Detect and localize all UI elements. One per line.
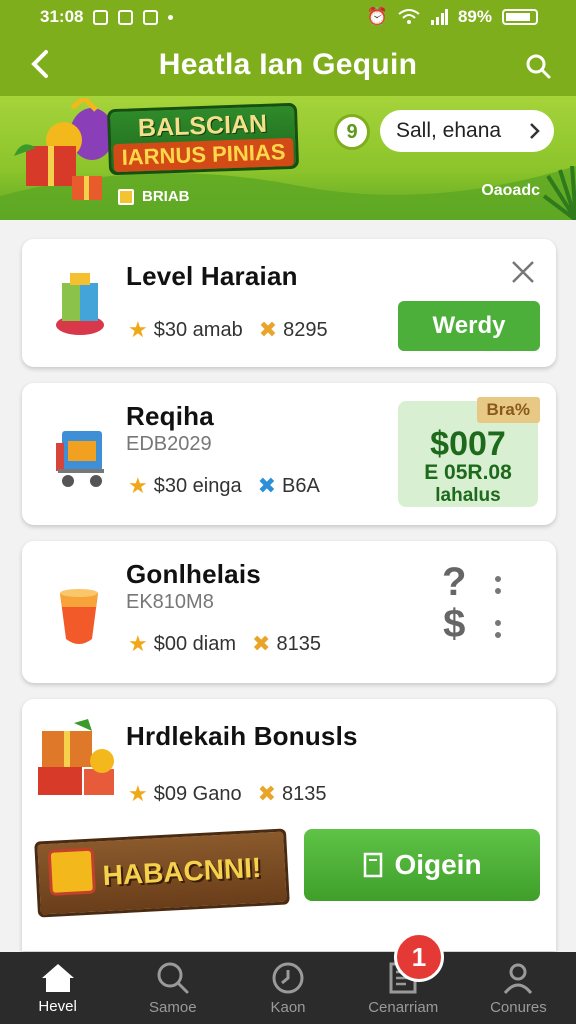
back-button[interactable]	[22, 46, 58, 82]
search-button[interactable]	[518, 46, 558, 86]
plaque-gift-icon	[47, 847, 96, 896]
signal-icon	[430, 9, 448, 25]
discount-badge: Bra%	[476, 397, 540, 423]
card-stats: ★ $30 einga ✖ B6A	[128, 473, 320, 499]
star-icon: ★	[128, 317, 148, 342]
battery-icon	[502, 9, 538, 25]
stat-bones: 8135	[282, 782, 327, 805]
app-icon	[143, 9, 159, 25]
notification-icon	[93, 9, 109, 25]
offer-card-2[interactable]: Reqiha EDB2029 ★ $30 einga ✖ B6A Bra% $0…	[22, 383, 556, 525]
card-stats: ★ $30 amab ✖ 8295	[128, 317, 328, 343]
star-icon: ★	[128, 781, 148, 806]
price-amount: $007	[430, 425, 506, 463]
bonus-gifts-icon	[38, 719, 114, 795]
nav-item-kaon[interactable]: Kaon	[230, 952, 345, 1024]
bone-icon: ✖	[258, 317, 278, 342]
banner-sub: BRIAB	[118, 188, 190, 205]
status-bar: 31:08 ⏰ 89%	[0, 0, 576, 34]
stat-bones: 8135	[276, 632, 321, 655]
bone-icon: ✖	[252, 631, 271, 656]
promo-banner[interactable]: BALSCIAN IARNUS PINIAS BRIAB 9 Sall, eha…	[0, 96, 576, 220]
nav-label: Samoe	[149, 998, 197, 1016]
price-line3: lahalus	[435, 485, 501, 506]
app-header: Heatla Ian Gequin	[0, 34, 576, 96]
card-action-button[interactable]: Werdy	[398, 301, 540, 351]
banner-pill-button[interactable]: Sall, ehana	[380, 110, 554, 152]
pill-text: Sall, ehana	[396, 119, 502, 142]
price-box[interactable]: Bra% $007 E 05R.08 lahalus	[398, 397, 540, 507]
nav-label: Conures	[490, 998, 547, 1016]
check-icon	[118, 188, 134, 205]
offer-card-1[interactable]: Level Haraian ★ $30 amab ✖ 8295 Werdy	[22, 239, 556, 367]
offer-card-3[interactable]: Gonlhelais EK810M8 ★ $00 diam ✖ 8135 ? $	[22, 541, 556, 683]
chevron-right-icon	[530, 123, 540, 139]
bonus-action-button[interactable]: Oigein	[304, 829, 540, 901]
sign-bottom-text: IARNUS PINIAS	[113, 137, 294, 173]
banner-sub-label: BRIAB	[142, 188, 190, 205]
pin-badge[interactable]: 9	[334, 114, 370, 150]
price-line2: E 05R.08	[424, 461, 512, 484]
card-title: Hrdlekaih Bonusls	[126, 721, 358, 751]
document-icon	[364, 852, 383, 878]
nav-label: Cenarriam	[368, 998, 439, 1016]
bonus-card[interactable]: Hrdlekaih Bonusls ★ $09 Gano ✖ 8135 HABA…	[22, 699, 556, 951]
stat-coins: $30 einga	[153, 474, 242, 497]
stat-bones: 8295	[283, 318, 328, 341]
stat-coins: $09 Gano	[153, 782, 242, 805]
profile-icon	[504, 963, 533, 994]
banner-right-label: Oaoadc	[481, 182, 540, 199]
stat-coins: $00 diam	[153, 632, 237, 655]
clock-icon	[272, 962, 304, 993]
card-subtitle: EDB2029	[126, 433, 212, 455]
toy-block-icon	[56, 273, 104, 335]
card-title: Reqiha	[126, 401, 214, 431]
star-icon: ★	[128, 631, 148, 656]
bonus-action-label: Oigein	[394, 849, 482, 880]
close-icon[interactable]	[508, 257, 538, 287]
search-icon	[526, 54, 551, 79]
card-stats: ★ $00 diam ✖ 8135	[128, 631, 321, 657]
card-subtitle: EK810M8	[126, 591, 214, 613]
unknown-price-icon: ? $	[442, 560, 467, 646]
nav-item-conures[interactable]: Conures	[461, 952, 576, 1024]
leaf-icon	[542, 166, 576, 220]
search-icon	[157, 962, 189, 993]
wifi-icon	[398, 9, 420, 24]
plaque-text: HABACNNI!	[101, 851, 262, 892]
card-title: Gonlhelais	[126, 559, 261, 589]
nav-item-home[interactable]: Hevel	[0, 952, 115, 1024]
page-title: Heatla Ian Gequin	[158, 48, 418, 81]
home-icon	[41, 963, 74, 992]
battery-percent: 89%	[457, 7, 492, 26]
bone-icon: ✖	[257, 781, 277, 806]
sign-top-text: BALSCIAN	[137, 109, 268, 143]
dot-icon	[168, 14, 174, 20]
status-time: 31:08	[40, 7, 84, 26]
star-icon: ★	[128, 473, 148, 498]
notification-badge: 1	[394, 932, 444, 982]
nav-item-search[interactable]: Samoe	[115, 952, 230, 1024]
stat-coins: $30 amab	[153, 318, 243, 341]
stat-bones: B6A	[282, 474, 320, 497]
bottom-navigation: Hevel Samoe Kaon Cenarriam Conures	[0, 952, 576, 1024]
chevron-left-icon	[31, 50, 48, 78]
card-stats: ★ $09 Gano ✖ 8135	[128, 781, 327, 807]
nav-label: Kaon	[270, 998, 306, 1016]
more-options-icon[interactable]	[492, 573, 504, 643]
cart-icon	[56, 431, 104, 487]
bone-icon: ✖	[257, 473, 277, 498]
bonus-plaque: HABACNNI!	[34, 828, 290, 918]
message-icon	[118, 9, 134, 25]
card-title: Level Haraian	[126, 261, 298, 291]
banner-sign: BALSCIAN IARNUS PINIAS	[106, 102, 300, 176]
drink-icon	[60, 589, 98, 644]
alarm-icon: ⏰	[366, 7, 388, 26]
nav-label: Hevel	[38, 997, 77, 1015]
